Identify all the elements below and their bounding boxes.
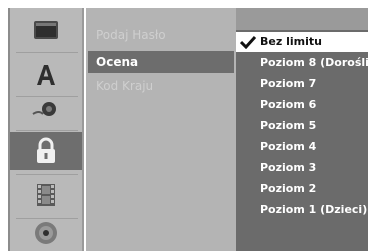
disc-icon <box>33 220 59 246</box>
menu-item-rating[interactable]: Ocena <box>88 51 234 73</box>
audio-icon <box>31 98 61 120</box>
option-label: Poziom 1 (Dzieci) <box>260 203 368 216</box>
rating-option-level-2[interactable]: Poziom 2 <box>236 179 368 199</box>
options-header-bar <box>236 8 368 30</box>
option-label: Poziom 4 <box>260 140 317 153</box>
dvd-setup-screen: Podaj Hasło Ocena Kod Kraju Bez limitu P… <box>0 0 368 251</box>
option-label: Bez limitu <box>260 35 322 48</box>
category-language[interactable] <box>10 56 82 94</box>
lock-icon <box>33 137 59 165</box>
checkmark-icon <box>240 35 256 49</box>
category-display[interactable] <box>10 12 82 50</box>
rating-options-panel: Bez limitu Poziom 8 (Dorośli Poziom 7 Po… <box>236 8 368 251</box>
display-icon <box>32 19 60 43</box>
option-label: Poziom 3 <box>260 161 317 174</box>
rating-option-level-1[interactable]: Poziom 1 (Dzieci) <box>236 200 368 220</box>
option-label: Poziom 2 <box>260 182 317 195</box>
category-lock[interactable] <box>10 132 82 170</box>
menu-item-password[interactable]: Podaj Hasło <box>88 24 234 46</box>
rating-option-level-4[interactable]: Poziom 4 <box>236 137 368 157</box>
rating-option-level-5[interactable]: Poziom 5 <box>236 116 368 136</box>
rating-option-level-8[interactable]: Poziom 8 (Dorośli <box>236 53 368 73</box>
film-icon <box>34 182 58 208</box>
option-label: Poziom 6 <box>260 98 317 111</box>
category-audio[interactable] <box>10 90 82 128</box>
rating-option-level-7[interactable]: Poziom 7 <box>236 74 368 94</box>
font-icon <box>33 62 59 88</box>
category-others[interactable] <box>10 176 82 214</box>
rating-option-level-3[interactable]: Poziom 3 <box>236 158 368 178</box>
option-label: Poziom 5 <box>260 119 317 132</box>
category-disc[interactable] <box>10 214 82 252</box>
option-label: Poziom 8 (Dorośli <box>260 56 368 69</box>
parental-control-menu: Podaj Hasło Ocena Kod Kraju <box>86 8 236 251</box>
option-label: Poziom 7 <box>260 77 317 90</box>
rating-option-level-6[interactable]: Poziom 6 <box>236 95 368 115</box>
menu-item-country-code[interactable]: Kod Kraju <box>88 75 234 97</box>
rating-option-no-limit[interactable]: Bez limitu <box>236 32 368 52</box>
setup-category-rail <box>8 8 84 251</box>
